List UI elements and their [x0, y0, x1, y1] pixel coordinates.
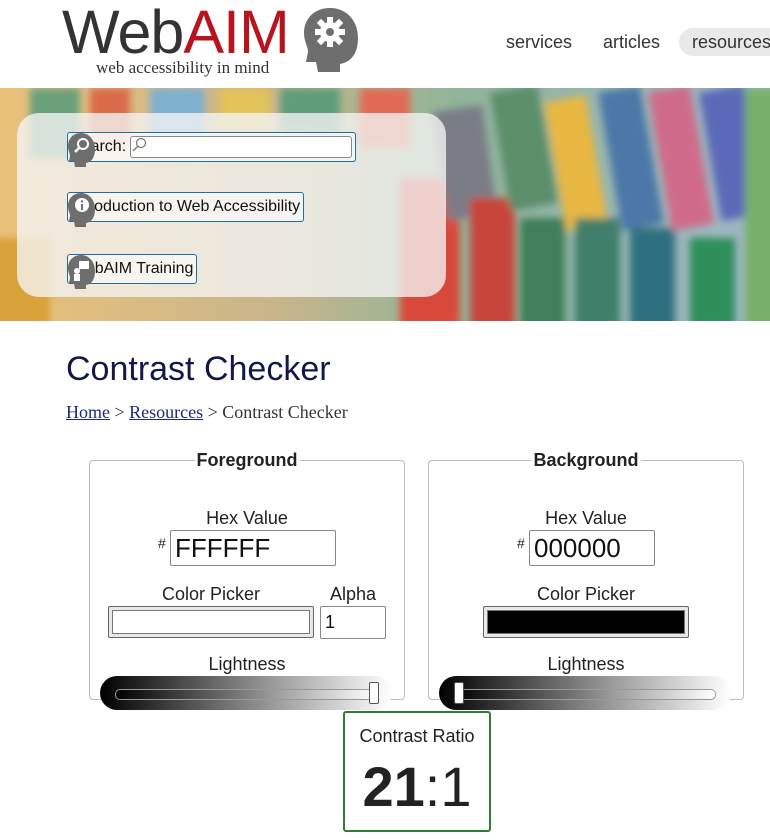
foreground-legend: Foreground [196, 450, 298, 470]
bg-lightness-label: Lightness [547, 654, 625, 674]
search-form: Search: [67, 132, 356, 162]
breadcrumb-resources[interactable]: Resources [129, 402, 203, 422]
head-gear-icon [304, 8, 358, 72]
nav-services[interactable]: services [506, 28, 572, 56]
page-title: Contrast Checker [66, 350, 331, 388]
intro-link[interactable]: Introduction to Web Accessibility [67, 192, 305, 222]
nav-resources[interactable]: resources [679, 28, 770, 56]
bg-hash: # [517, 535, 525, 551]
contrast-ratio-label: Contrast Ratio [359, 726, 475, 746]
bg-slider-thumb[interactable] [454, 682, 464, 704]
search-row: Search: [67, 132, 356, 167]
bg-hex-label: Hex Value [545, 508, 627, 528]
fg-lightness-slider[interactable] [100, 676, 392, 710]
breadcrumb-separator: > [207, 402, 218, 422]
ratio-number: 21 [362, 755, 425, 818]
hero-banner: Search: Introduction to Web Accessibilit… [0, 88, 770, 321]
breadcrumb-separator: > [114, 402, 125, 422]
fg-slider-thumb[interactable] [369, 682, 379, 704]
fg-alpha-input[interactable]: 1 [320, 606, 386, 639]
fg-color-swatch [112, 610, 310, 634]
site-header: WebAIM web accessibility in mind service… [0, 0, 770, 88]
contrast-ratio-box: Contrast Ratio 21:1 [343, 711, 491, 832]
bg-color-swatch [487, 610, 685, 634]
contrast-ratio-value: 21:1 [345, 755, 489, 819]
background-legend: Background [533, 450, 639, 470]
ratio-suffix: :1 [424, 755, 472, 818]
search-input[interactable] [130, 136, 352, 158]
fg-hex-label: Hex Value [206, 508, 288, 528]
fg-hex-input[interactable]: FFFFFF [170, 530, 336, 566]
fg-hash: # [158, 535, 166, 551]
search-head-icon [68, 133, 95, 167]
search-icon[interactable] [131, 137, 147, 153]
intro-row: Introduction to Web Accessibility [67, 192, 305, 227]
bg-hex-input[interactable]: 000000 [529, 530, 655, 566]
training-row: WebAIM Training [67, 254, 198, 289]
bg-color-picker[interactable] [483, 606, 689, 638]
nav-articles[interactable]: articles [603, 28, 660, 56]
bg-slider-track [454, 689, 716, 700]
fg-alpha-label: Alpha [329, 584, 377, 604]
fg-lightness-label: Lightness [208, 654, 286, 674]
bg-picker-label: Color Picker [536, 584, 636, 604]
foreground-panel: Foreground Hex Value # FFFFFF Color Pick… [89, 450, 405, 710]
breadcrumb: Home > Resources > Contrast Checker [66, 402, 348, 423]
training-head-icon [68, 255, 95, 289]
fg-picker-label: Color Picker [161, 584, 261, 604]
fg-color-picker[interactable] [108, 606, 314, 638]
bg-lightness-slider[interactable] [439, 676, 731, 710]
quick-links-panel: Search: Introduction to Web Accessibilit… [17, 113, 446, 297]
logo-tagline: web accessibility in mind [96, 58, 270, 77]
breadcrumb-current: Contrast Checker [222, 402, 348, 422]
webaim-logo[interactable]: WebAIM web accessibility in mind [62, 0, 362, 84]
background-panel: Background Hex Value # 000000 Color Pick… [428, 450, 744, 710]
info-head-icon [68, 193, 95, 227]
fg-slider-track [115, 689, 377, 700]
breadcrumb-home[interactable]: Home [66, 402, 110, 422]
